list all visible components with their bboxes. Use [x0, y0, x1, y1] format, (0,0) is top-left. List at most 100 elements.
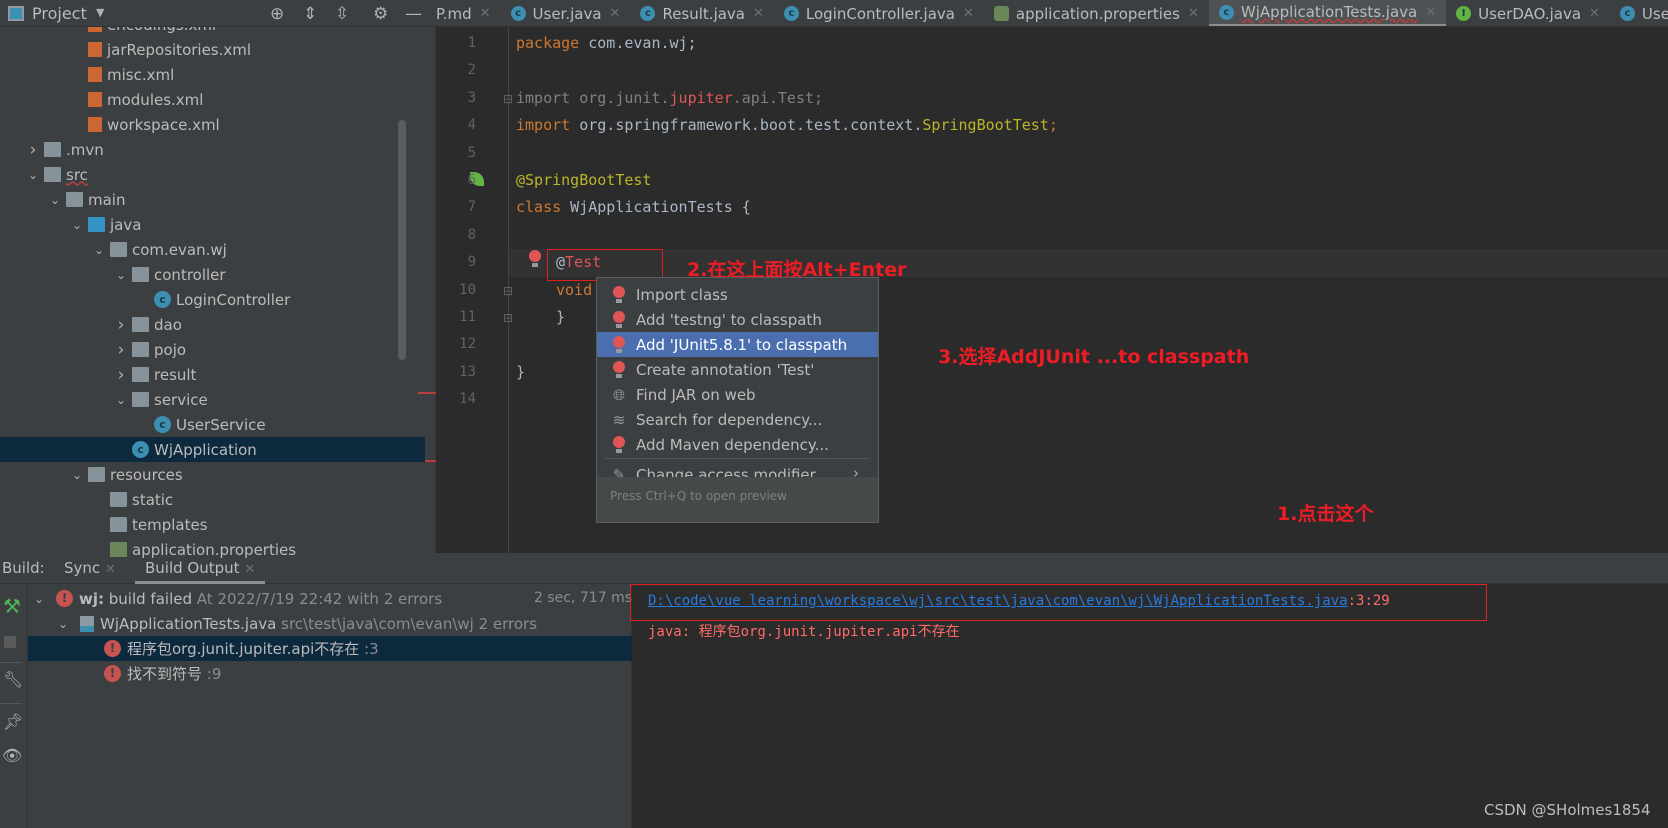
wrench-icon[interactable]: 🔧︎: [3, 670, 23, 689]
tree-item[interactable]: c LoginController: [0, 287, 425, 312]
tree-item[interactable]: ⌄ controller: [0, 262, 425, 287]
chevron-down-icon[interactable]: ⌄: [48, 193, 62, 207]
fold-icon[interactable]: ⊟: [503, 92, 513, 106]
chevron-right-icon[interactable]: ›: [114, 365, 128, 385]
error-icon: !: [104, 640, 121, 657]
chevron-down-icon[interactable]: ⌄: [56, 617, 70, 631]
hide-panel-icon[interactable]: —: [405, 4, 422, 24]
editor-tab[interactable]: application.properties ✕: [984, 0, 1209, 26]
tree-item[interactable]: workspace.xml: [0, 112, 425, 137]
collapse-all-icon[interactable]: ⇳: [335, 4, 349, 24]
menu-item[interactable]: Import class: [597, 282, 878, 307]
build-error-row[interactable]: ! 找不到符号 :9: [28, 661, 632, 686]
tree-item[interactable]: static: [0, 487, 425, 512]
tree-item[interactable]: modules.xml: [0, 87, 425, 112]
code-text: .api.Test;: [732, 89, 824, 107]
project-view-selector[interactable]: Project: [32, 4, 87, 23]
close-tab-icon[interactable]: ✕: [1425, 5, 1436, 20]
tree-item[interactable]: ⌄ java: [0, 212, 425, 237]
tree-item[interactable]: c WjApplication: [0, 437, 425, 462]
tree-item[interactable]: ⌄ src: [0, 162, 425, 187]
pin-icon[interactable]: 📌︎: [3, 712, 23, 731]
error-bulb-icon[interactable]: [528, 250, 542, 270]
tree-item[interactable]: application.properties: [0, 537, 425, 562]
build-file-row[interactable]: ⌄ WjApplicationTests.java src\test\java\…: [28, 611, 632, 636]
menu-item[interactable]: 🌐︎ Find JAR on web: [597, 382, 878, 407]
close-icon[interactable]: ✕: [105, 562, 116, 577]
chevron-down-icon[interactable]: ⌄: [70, 218, 84, 232]
close-icon[interactable]: ✕: [244, 562, 255, 577]
close-tab-icon[interactable]: ✕: [1589, 6, 1600, 21]
tree-item[interactable]: ⌄ com.evan.wj: [0, 237, 425, 262]
chevron-right-icon[interactable]: ›: [114, 315, 128, 335]
intention-actions-popup: Import class Add 'testng' to classpath Add…: [596, 277, 879, 523]
code-line-6: @SpringBootTest: [516, 171, 652, 189]
chevron-right-icon[interactable]: ›: [26, 140, 40, 160]
expand-all-icon[interactable]: ⇕: [303, 4, 317, 24]
tree-item[interactable]: ⌄ service: [0, 387, 425, 412]
layers-icon: ≋: [612, 410, 626, 429]
close-tab-icon[interactable]: ✕: [963, 6, 974, 21]
line-number: 7: [467, 199, 476, 216]
interface-icon: I: [1456, 6, 1472, 21]
chevron-down-icon[interactable]: ⌄: [32, 592, 46, 606]
tab-label: User.java: [532, 4, 602, 23]
divider: [0, 662, 22, 663]
editor-tab[interactable]: c Result.java ✕: [630, 0, 773, 26]
dropdown-arrow-icon[interactable]: ▼: [96, 6, 104, 19]
tree-item-label: LoginController: [176, 290, 291, 309]
tree-item[interactable]: ⌄ resources: [0, 462, 425, 487]
locate-icon[interactable]: ⊕: [270, 4, 284, 24]
popup-footer-hint: Press Ctrl+Q to open preview: [597, 477, 878, 522]
build-root-row[interactable]: ⌄ ! wj: build failed At 2022/7/19 22:42 …: [28, 586, 632, 611]
close-tab-icon[interactable]: ✕: [753, 6, 764, 21]
error-bulb-icon: [612, 310, 626, 329]
tree-item[interactable]: › result: [0, 362, 425, 387]
fold-icon[interactable]: ⊟: [503, 311, 513, 325]
chevron-down-icon[interactable]: ⌄: [70, 468, 84, 482]
editor-tab[interactable]: c Use: [1610, 0, 1668, 26]
tree-item[interactable]: templates: [0, 512, 425, 537]
gear-icon[interactable]: ⚙: [373, 4, 388, 24]
menu-item[interactable]: ≋ Search for dependency...: [597, 407, 878, 432]
class-icon: c: [1619, 6, 1635, 21]
tree-item[interactable]: ⌄ main: [0, 187, 425, 212]
code-line-11: }: [556, 308, 566, 326]
editor-tab[interactable]: c WjApplicationTests.java ✕: [1208, 0, 1447, 26]
menu-item[interactable]: Add 'JUnit5.8.1' to classpath: [597, 332, 878, 357]
chevron-down-icon[interactable]: ⌄: [26, 168, 40, 182]
menu-item[interactable]: Add Maven dependency...: [597, 432, 878, 457]
close-tab-icon[interactable]: ✕: [610, 6, 621, 21]
editor-tab[interactable]: c LoginController.java ✕: [774, 0, 984, 26]
build-error-row[interactable]: ! 程序包org.junit.jupiter.api不存在 :3: [28, 636, 632, 661]
hammer-icon[interactable]: ⚒: [3, 594, 21, 618]
tree-item-label: java: [110, 215, 142, 234]
chevron-down-icon[interactable]: ⌄: [114, 393, 128, 407]
tree-item[interactable]: › dao: [0, 312, 425, 337]
tree-item-label: main: [88, 190, 126, 209]
keyword: class: [516, 198, 562, 216]
chevron-right-icon[interactable]: ›: [114, 340, 128, 360]
code-line-13: }: [516, 363, 526, 381]
chevron-down-icon[interactable]: ⌄: [114, 268, 128, 282]
editor-tab[interactable]: c User.java ✕: [501, 0, 631, 26]
chevron-down-icon[interactable]: ⌄: [92, 243, 106, 257]
tree-item[interactable]: jarRepositories.xml: [0, 37, 425, 62]
editor-tab[interactable]: I UserDAO.java ✕: [1446, 0, 1610, 26]
annotation-step1: 1.点击这个: [1277, 503, 1374, 525]
close-tab-icon[interactable]: ✕: [480, 6, 491, 21]
stop-icon[interactable]: [4, 636, 16, 648]
editor-tab[interactable]: P.md ✕: [436, 0, 501, 26]
divider: [0, 703, 22, 704]
eye-icon[interactable]: 👁︎: [2, 746, 22, 765]
menu-item[interactable]: Add 'testng' to classpath: [597, 307, 878, 332]
fold-icon[interactable]: ⊟: [503, 284, 513, 298]
tab-label: WjApplicationTests.java: [1240, 3, 1418, 21]
close-tab-icon[interactable]: ✕: [1188, 6, 1199, 21]
menu-item[interactable]: Create annotation 'Test': [597, 357, 878, 382]
class-icon: c: [510, 6, 526, 21]
tree-item[interactable]: › pojo: [0, 337, 425, 362]
tree-item[interactable]: c UserService: [0, 412, 425, 437]
tree-item[interactable]: misc.xml: [0, 62, 425, 87]
tree-item[interactable]: › .mvn: [0, 137, 425, 162]
